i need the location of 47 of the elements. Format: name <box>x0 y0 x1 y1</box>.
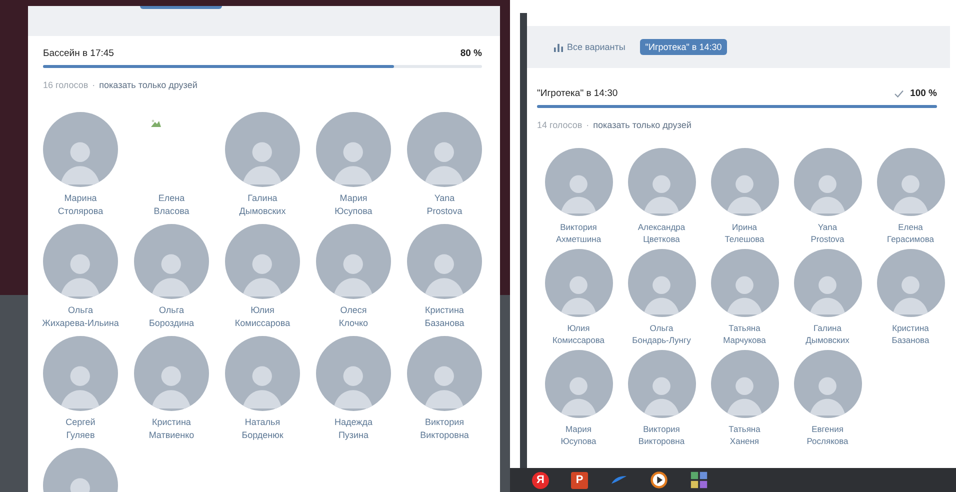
voter-name[interactable]: Виктория Викторовна <box>420 416 469 442</box>
voter-name[interactable]: Виктория Ахметшина <box>556 221 602 245</box>
voter-name[interactable]: Кристина Матвиенко <box>148 416 194 442</box>
voter-name[interactable]: Мария Юсупова <box>560 423 596 447</box>
vote-count: 16 голосов <box>43 80 88 90</box>
voter-name[interactable]: Надежда Пузина <box>334 416 372 442</box>
voter-name[interactable]: Марина Столярова <box>58 192 104 218</box>
percent-label: 80 % <box>460 48 482 59</box>
voter-name[interactable]: Татьяна Марчукова <box>723 322 766 346</box>
voter-name[interactable]: Кристина Базанова <box>892 322 930 346</box>
voter-name[interactable]: Галина Дымовских <box>806 322 850 346</box>
voter-name[interactable]: Кристина Базанова <box>424 304 464 330</box>
voter-name[interactable]: Виктория Викторовна <box>638 423 685 447</box>
option-title: Бассейн в 17:45 <box>43 48 114 59</box>
voter-name[interactable]: Сергей Гуляев <box>66 416 96 442</box>
voter-name[interactable]: Наталья Борденюк <box>242 416 284 442</box>
tab[interactable]: Все варианты <box>549 39 630 55</box>
percent-label: 100 % <box>910 88 937 99</box>
voter-name[interactable]: Елена Власова <box>154 192 190 218</box>
play-icon[interactable] <box>650 471 668 489</box>
vote-count: 14 голосов <box>537 120 582 130</box>
voter-name[interactable]: Евгения Рослякова <box>806 423 848 447</box>
voter-name[interactable]: Олеся Клочко <box>338 304 368 330</box>
option-title: "Игротека" в 14:30 <box>537 88 618 99</box>
voter-name[interactable]: Александра Цветкова <box>638 221 686 245</box>
tab[interactable]: "Игротека" в 14:30 <box>640 39 727 55</box>
separator-dot: · <box>92 80 96 90</box>
voter-name[interactable]: Галина Дымовских <box>239 192 286 218</box>
tab-indicator[interactable] <box>140 6 222 9</box>
browser-icon[interactable]: Я <box>532 472 549 488</box>
presentation-app-icon[interactable]: P <box>571 472 588 488</box>
tiles-icon[interactable] <box>690 471 708 489</box>
friends-link[interactable]: показать только друзей <box>99 80 198 90</box>
voter-name[interactable]: Ольга Жихарева-Ильина <box>42 304 119 330</box>
voter-name[interactable]: Юлия Комиссарова <box>552 322 605 346</box>
voter-name[interactable]: Yana Prostova <box>426 192 462 218</box>
voter-name[interactable]: Ирина Телешова <box>724 221 764 245</box>
separator-dot: · <box>586 120 590 130</box>
voter-name[interactable]: Ольга Бороздина <box>148 304 194 330</box>
chart-icon <box>554 42 563 52</box>
voter-name[interactable]: Татьяна Ханеня <box>728 423 760 447</box>
voter-name[interactable]: Елена Герасимова <box>887 221 934 245</box>
voter-name[interactable]: Yana Prostova <box>810 221 844 245</box>
friends-link[interactable]: показать только друзей <box>593 120 692 130</box>
voter-name[interactable]: Мария Юсупова <box>334 192 372 218</box>
voter-name[interactable]: Юлия Комиссарова <box>234 304 290 330</box>
voter-name[interactable]: Ольга Бондарь-Лунгу <box>632 322 691 346</box>
